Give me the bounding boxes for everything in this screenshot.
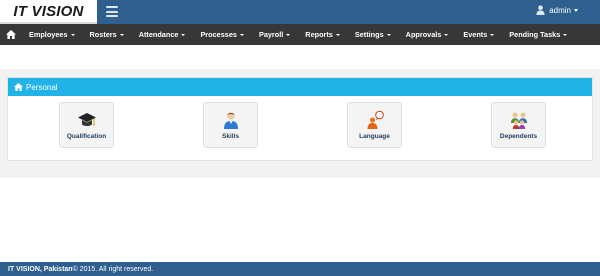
nav-item-attendance[interactable]: Attendance xyxy=(132,30,194,39)
main-nav: Employees Rosters Attendance Processes P… xyxy=(0,24,600,45)
nav-item-label: Processes xyxy=(200,30,237,39)
nav-item-label: Employees xyxy=(29,30,68,39)
tile-dependents[interactable]: Dependents xyxy=(491,102,546,148)
tile-language[interactable]: Language xyxy=(347,102,402,148)
family-icon xyxy=(510,112,527,129)
nav-item-pending-tasks[interactable]: Pending Tasks xyxy=(502,30,575,39)
chevron-down-icon xyxy=(286,33,291,36)
nav-item-employees[interactable]: Employees xyxy=(22,30,83,39)
graduation-cap-icon xyxy=(77,113,96,126)
tile-skills[interactable]: Skills xyxy=(203,102,258,148)
nav-item-label: Pending Tasks xyxy=(509,30,561,39)
nav-item-reports[interactable]: Reports xyxy=(298,30,348,39)
chevron-down-icon xyxy=(181,33,186,36)
speech-person-icon xyxy=(367,110,384,129)
panel-title: Personal xyxy=(26,82,58,92)
footer-copyright: © 2015. All right reserved. xyxy=(72,265,154,273)
person-icon xyxy=(223,112,238,129)
chevron-down-icon xyxy=(386,33,391,36)
chevron-down-icon xyxy=(563,33,568,36)
footer-company: IT VISION, Pakistan xyxy=(8,265,73,273)
panel-header: Personal xyxy=(8,78,592,96)
nav-item-label: Reports xyxy=(305,30,333,39)
user-name: admin xyxy=(549,5,571,15)
chevron-down-icon xyxy=(70,33,75,36)
nav-item-label: Approvals xyxy=(405,30,442,39)
tile-label: Dependents xyxy=(499,133,538,140)
logo[interactable]: IT VISION xyxy=(0,0,97,22)
chevron-down-icon xyxy=(490,33,495,36)
chevron-down-icon xyxy=(444,33,449,36)
logo-text: IT VISION xyxy=(13,2,84,20)
page-header-strip xyxy=(0,45,600,69)
chevron-down-icon xyxy=(574,8,578,12)
home-icon xyxy=(14,83,23,91)
user-menu[interactable]: admin xyxy=(536,5,578,15)
nav-item-payroll[interactable]: Payroll xyxy=(252,30,298,39)
menu-toggle-icon[interactable] xyxy=(106,6,118,17)
tile-label: Language xyxy=(359,133,390,140)
nav-item-label: Events xyxy=(463,30,488,39)
personal-panel: Personal Qualification Skills Language D… xyxy=(7,77,593,161)
footer: IT VISION, Pakistan © 2015. All right re… xyxy=(0,262,600,276)
top-bar: IT VISION admin xyxy=(0,0,600,24)
nav-item-approvals[interactable]: Approvals xyxy=(399,30,457,39)
nav-item-rosters[interactable]: Rosters xyxy=(83,30,132,39)
nav-item-label: Rosters xyxy=(89,30,117,39)
tile-label: Skills xyxy=(222,133,239,140)
chevron-down-icon xyxy=(335,33,340,36)
nav-item-events[interactable]: Events xyxy=(456,30,502,39)
nav-item-processes[interactable]: Processes xyxy=(193,30,252,39)
nav-item-settings[interactable]: Settings xyxy=(348,30,399,39)
nav-item-label: Attendance xyxy=(138,30,179,39)
nav-item-label: Settings xyxy=(354,30,384,39)
nav-home[interactable] xyxy=(0,24,22,45)
tile-label: Qualification xyxy=(66,133,107,140)
home-icon xyxy=(6,30,16,39)
nav-item-label: Payroll xyxy=(258,30,284,39)
chevron-down-icon xyxy=(119,33,124,36)
chevron-down-icon xyxy=(239,33,244,36)
user-icon xyxy=(536,5,545,15)
tile-qualification[interactable]: Qualification xyxy=(59,102,114,148)
